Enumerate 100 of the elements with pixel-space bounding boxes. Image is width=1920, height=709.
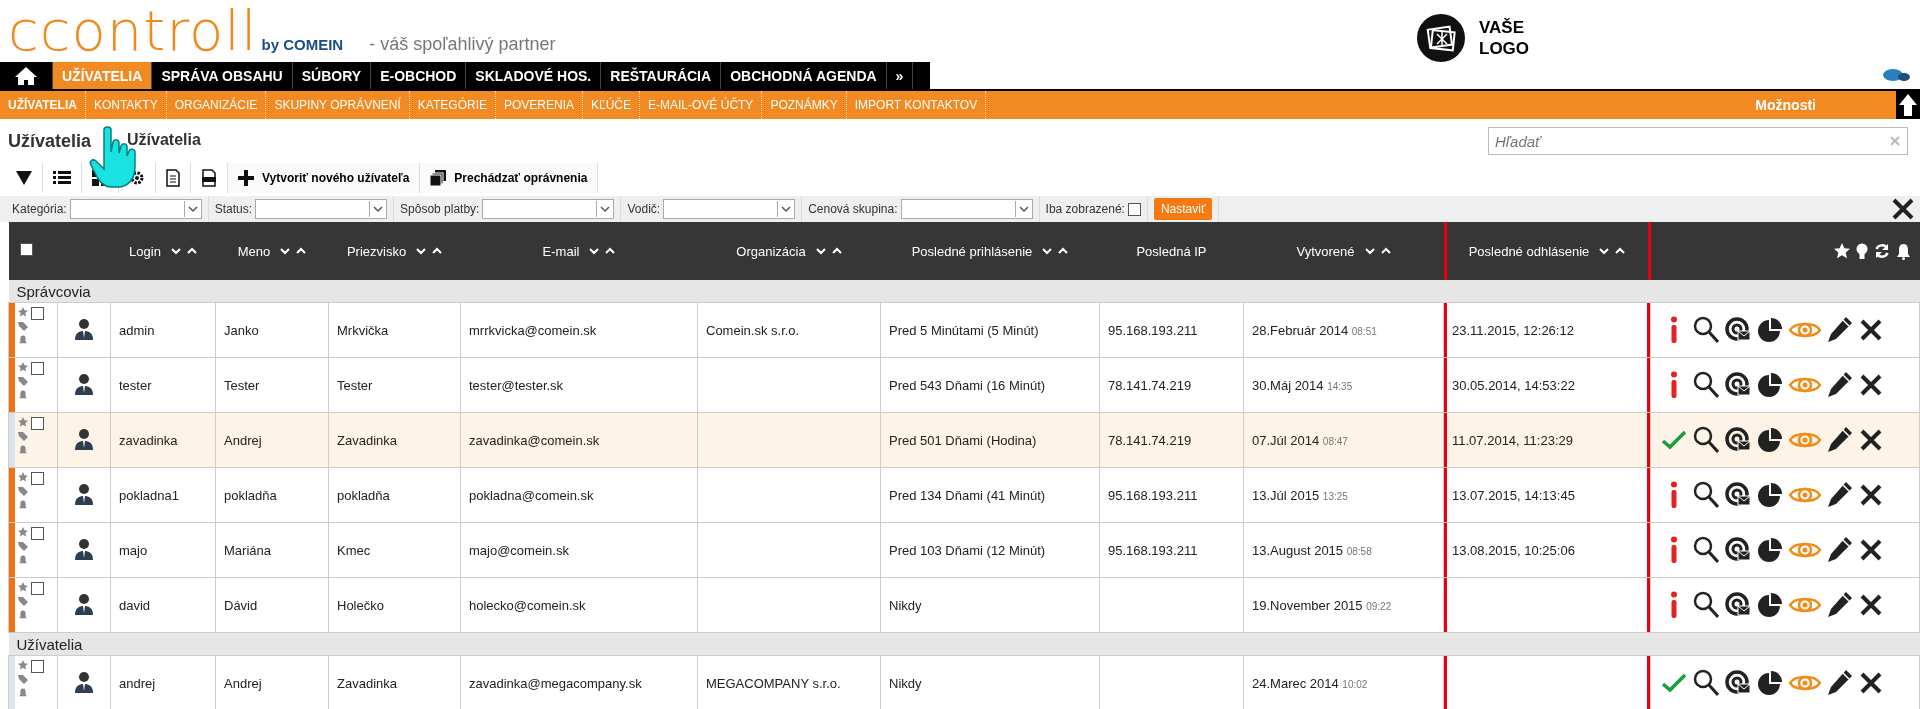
at-mail-icon[interactable]	[1725, 426, 1751, 454]
settings-icon	[129, 170, 145, 186]
pencil-icon[interactable]	[1827, 426, 1853, 454]
lightbulb-icon[interactable]	[1855, 242, 1868, 260]
table-row[interactable]: admin Janko Mrkvička mrrkvicka@comein.sk Comein.sk s.r.o. Pred 5 Minútami (5 Minút) 95.168.193.211 28.Február 2014 08:51 23.11.2015, 12:26:12	[8, 302, 1920, 358]
tag-icon[interactable]	[18, 541, 28, 551]
bell-icon[interactable]	[1895, 242, 1911, 260]
sort-arrows-icon[interactable]	[1364, 246, 1391, 256]
star-icon[interactable]	[18, 472, 28, 482]
search-icon[interactable]	[1693, 669, 1719, 697]
tag-icon[interactable]	[18, 674, 28, 684]
at-mail-icon[interactable]	[1725, 371, 1751, 399]
table-row[interactable]: zavadinka Andrej Zavadinka zavadinka@comein.sk Pred 501 Dňami (Hodina) 78.141.74.219 07.Júl 2014 08:47 11.07.2014, 11:23:29	[8, 412, 1920, 468]
star-icon[interactable]	[18, 660, 28, 670]
column-header[interactable]: Login	[129, 243, 161, 259]
at-mail-icon[interactable]	[1725, 316, 1751, 344]
search-icon[interactable]	[1693, 371, 1719, 399]
sort-arrows-icon[interactable]	[589, 246, 616, 256]
pencil-icon[interactable]	[1827, 371, 1853, 399]
at-mail-icon[interactable]	[1725, 669, 1751, 697]
delete-icon[interactable]	[1859, 593, 1883, 617]
delete-icon[interactable]	[1859, 318, 1883, 342]
checkmark-icon[interactable]	[1661, 673, 1687, 693]
tag-icon[interactable]	[18, 376, 28, 386]
sort-arrows-icon[interactable]	[416, 246, 443, 256]
column-header[interactable]: Organizácia	[736, 243, 806, 259]
pencil-icon[interactable]	[1827, 481, 1853, 509]
column-header[interactable]: Vytvorené	[1296, 243, 1355, 259]
star-icon[interactable]	[18, 417, 28, 427]
filter-icon	[16, 170, 32, 186]
close-icon[interactable]	[1892, 198, 1914, 220]
pie-chart-icon[interactable]	[1757, 426, 1783, 454]
pie-chart-icon[interactable]	[1757, 371, 1783, 399]
checkmark-icon[interactable]	[1661, 430, 1687, 450]
tag-icon[interactable]	[18, 431, 28, 441]
checkbox[interactable]	[1127, 202, 1141, 216]
star-icon[interactable]	[18, 362, 28, 372]
create-user-button[interactable]: Vytvoriť nového užívateľa	[228, 163, 421, 193]
select-all-checkbox[interactable]	[19, 243, 33, 256]
row-checkbox[interactable]	[31, 362, 44, 375]
star-icon[interactable]	[1833, 243, 1850, 259]
column-header[interactable]: Meno	[237, 243, 271, 259]
at-mail-icon[interactable]	[1725, 591, 1751, 619]
table-row[interactable]: majo Mariána Kmec majo@comein.sk Pred 103 Dňami (12 Minút) 95.168.193.211 13.August 2015 08:58 13.08.2015, 10:25:06	[8, 522, 1920, 578]
row-checkbox[interactable]	[31, 527, 44, 540]
row-checkbox[interactable]	[31, 582, 44, 595]
at-mail-icon[interactable]	[1725, 481, 1751, 509]
delete-icon[interactable]	[1859, 373, 1883, 397]
column-header[interactable]: Posledné prihlásenie	[911, 243, 1033, 259]
pie-chart-icon[interactable]	[1757, 591, 1783, 619]
delete-icon[interactable]	[1859, 483, 1883, 507]
search-icon[interactable]	[1693, 591, 1719, 619]
delete-icon[interactable]	[1859, 538, 1883, 562]
search-field[interactable]: Hľadať	[1488, 127, 1908, 155]
sort-arrows-icon[interactable]	[1042, 246, 1069, 256]
user-avatar-icon	[74, 537, 94, 560]
table-row[interactable]: tester Tester Tester tester@tester.sk Pred 543 Dňami (16 Minút) 78.141.74.219 30.Máj 2014 14:35 30.05.2014, 14:53:22	[8, 357, 1920, 413]
pie-chart-icon[interactable]	[1757, 481, 1783, 509]
table-row[interactable]: david Dávid Holečko holecko@comein.sk Nikdy 19.November 2015 09:22	[8, 577, 1920, 633]
table-row[interactable]: pokladna1 pokladňa pokladňa pokladna@comein.sk Pred 134 Dňami (41 Minút) 95.168.193.211 13.Júl 2015 13:25 13.07.2015, 14:13:45	[8, 467, 1920, 523]
tag-icon[interactable]	[18, 486, 28, 496]
sort-arrows-icon[interactable]	[1599, 246, 1626, 256]
tag-icon[interactable]	[18, 321, 28, 331]
pencil-icon[interactable]	[1827, 316, 1853, 344]
pie-chart-icon[interactable]	[1757, 316, 1783, 344]
row-checkbox[interactable]	[31, 417, 44, 430]
row-checkbox[interactable]	[31, 472, 44, 485]
breadcrumb-link[interactable]: Užívatelia	[8, 130, 92, 152]
table-row[interactable]: andrej Andrej Zavadinka zavadinka@megacompany.sk MEGACOMPANY s.r.o. Nikdy 24.Marec 2014 10:02	[8, 655, 1920, 709]
delete-icon[interactable]	[1859, 671, 1883, 695]
row-checkbox[interactable]	[31, 307, 44, 320]
column-header[interactable]: Posledné odhlásenie	[1468, 243, 1590, 259]
star-icon[interactable]	[18, 307, 28, 317]
table-cell: zavadinka	[119, 432, 178, 448]
sort-arrows-icon[interactable]	[170, 246, 197, 256]
tag-icon[interactable]	[18, 596, 28, 606]
pie-chart-icon[interactable]	[1757, 669, 1783, 697]
pencil-icon[interactable]	[1827, 536, 1853, 564]
search-icon[interactable]	[1693, 536, 1719, 564]
table-cell: majo@comein.sk	[469, 542, 569, 558]
search-icon[interactable]	[1693, 481, 1719, 509]
row-checkbox[interactable]	[31, 660, 44, 673]
table-cell: Dávid	[224, 597, 258, 613]
sort-arrows-icon[interactable]	[815, 246, 842, 256]
search-icon[interactable]	[1693, 316, 1719, 344]
star-icon[interactable]	[18, 582, 28, 592]
pie-chart-icon[interactable]	[1757, 536, 1783, 564]
browse-permissions-button[interactable]: Prechádzať oprávnenia	[420, 163, 599, 193]
sort-arrows-icon[interactable]	[280, 246, 307, 256]
delete-icon[interactable]	[1859, 428, 1883, 452]
star-icon[interactable]	[18, 527, 28, 537]
search-icon[interactable]	[1693, 426, 1719, 454]
pencil-icon[interactable]	[1827, 669, 1853, 697]
column-header[interactable]: Priezvisko	[346, 243, 407, 259]
column-header[interactable]: Posledná IP	[1136, 243, 1207, 259]
at-mail-icon[interactable]	[1725, 536, 1751, 564]
column-header[interactable]: E-mail	[542, 243, 580, 259]
refresh-icon[interactable]	[1873, 243, 1890, 259]
pencil-icon[interactable]	[1827, 591, 1853, 619]
scroll-top-button[interactable]	[1896, 91, 1920, 119]
